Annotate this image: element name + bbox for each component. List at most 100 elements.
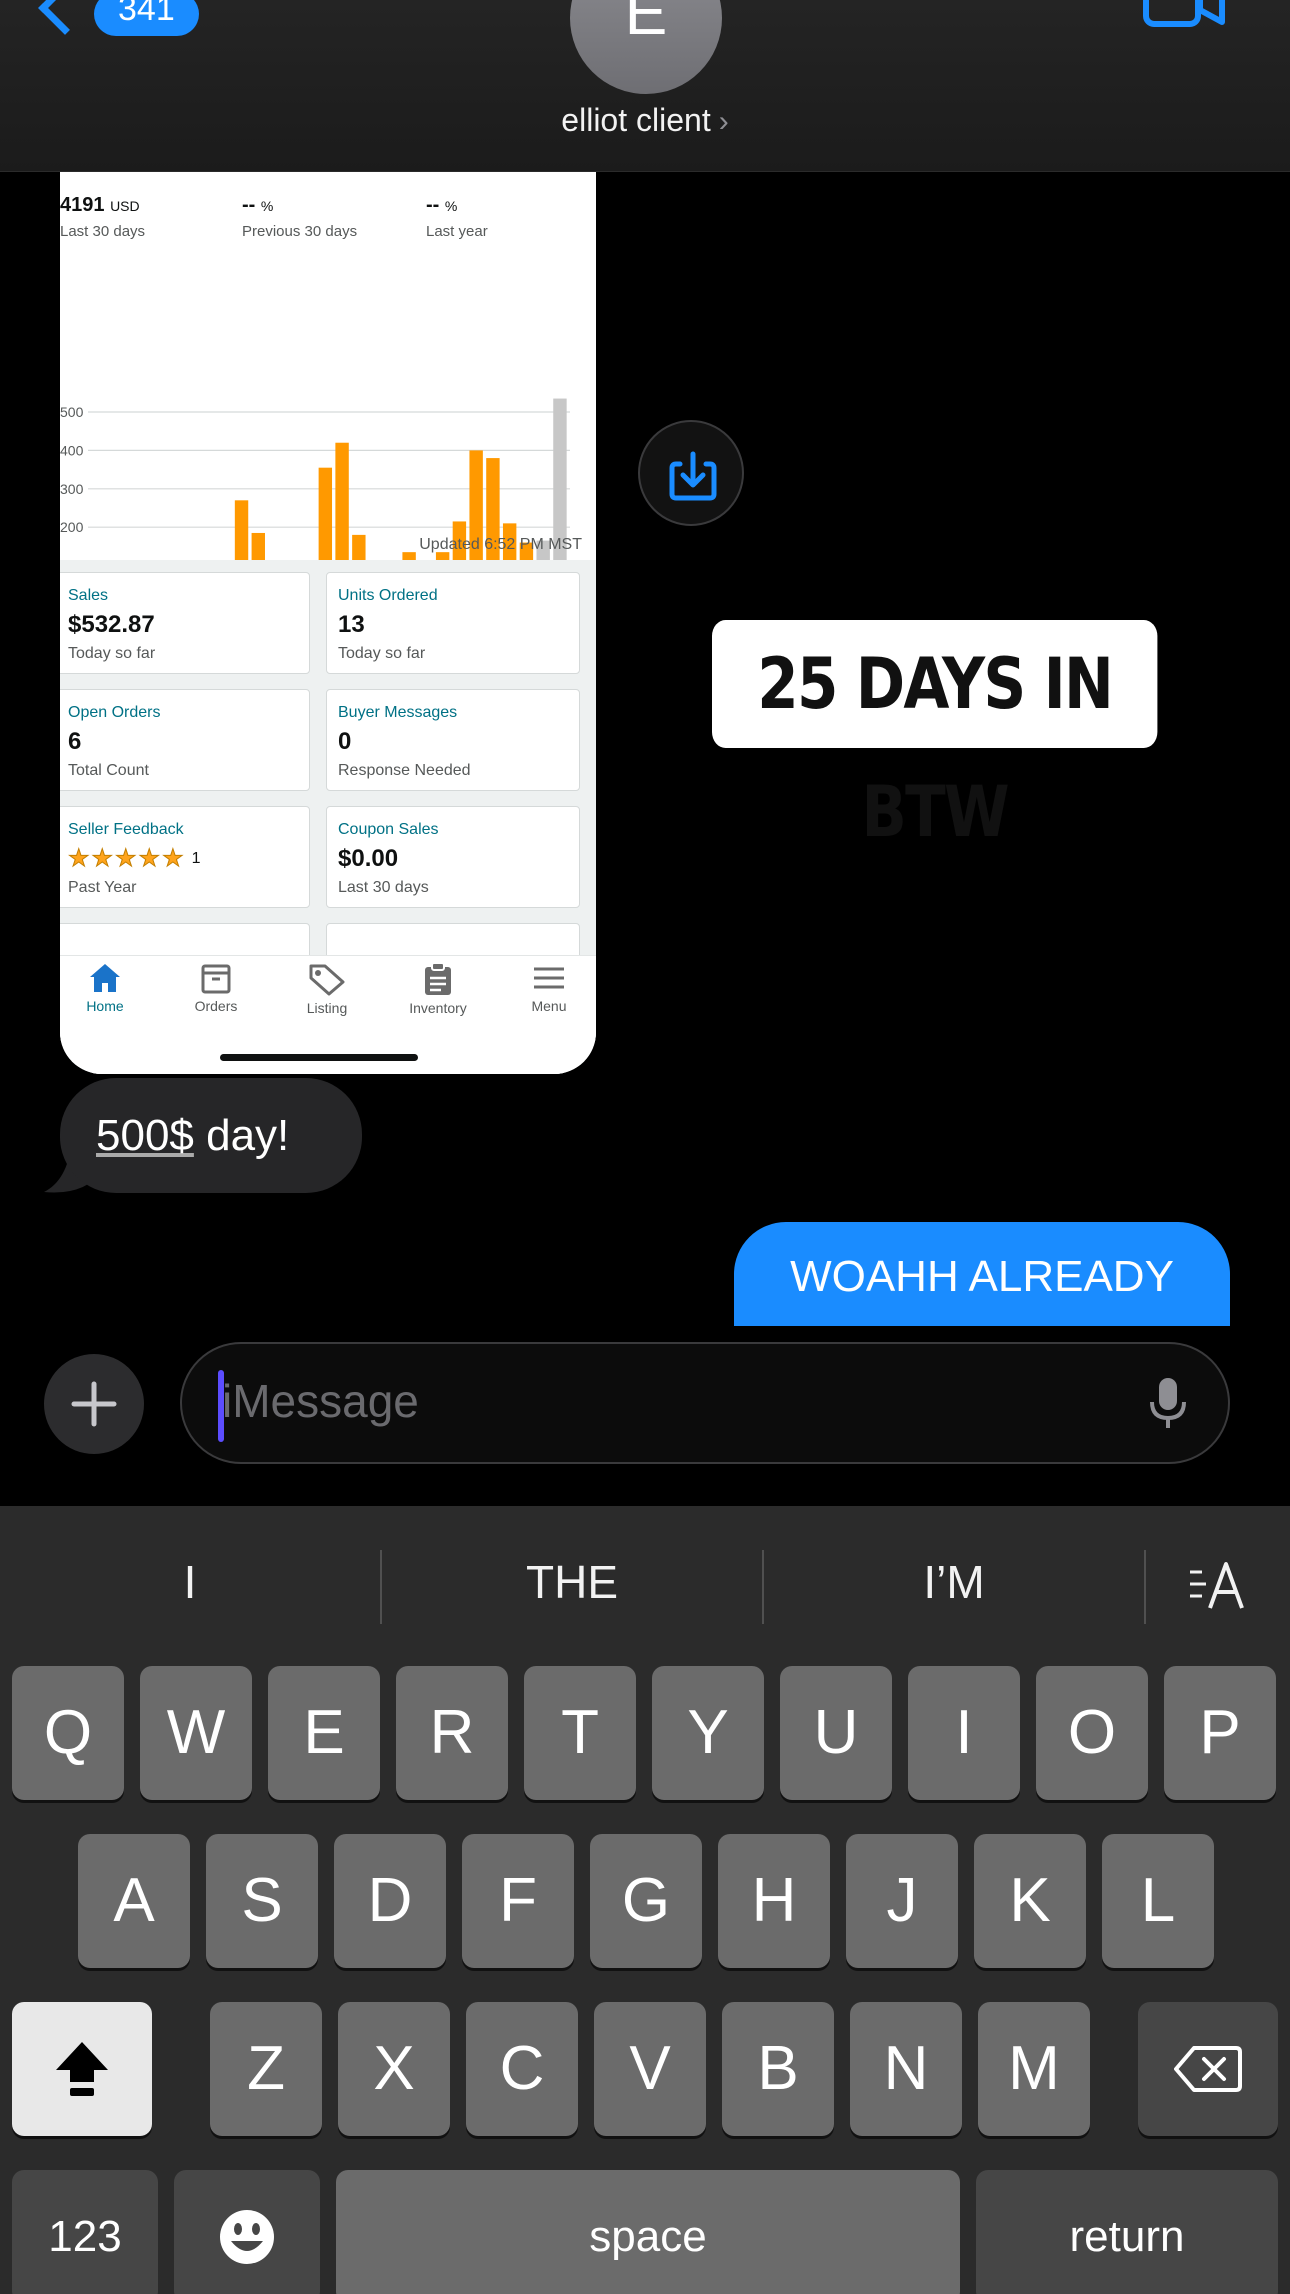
tab-home[interactable]: Home [60,962,150,1014]
space-key[interactable]: space [336,2170,960,2294]
key-r[interactable]: R [396,1666,508,1800]
key-p[interactable]: P [1164,1666,1276,1800]
key-d[interactable]: D [334,1834,446,1968]
key-l[interactable]: L [1102,1834,1214,1968]
tag-icon [309,964,345,996]
rating-count: 1 [191,850,201,867]
tab-menu[interactable]: Menu [504,962,594,1014]
star-icon: ★ [68,845,90,872]
tile-seller-feedback[interactable]: Seller Feedback ★ ★ ★ ★ ★ 1 Past Year [60,806,310,908]
emoji-icon [220,2209,274,2264]
tile-sub: Today so far [68,645,156,662]
key-k[interactable]: K [974,1834,1086,1968]
suggestion-2[interactable]: THE [382,1542,762,1622]
key-y[interactable]: Y [652,1666,764,1800]
key-g[interactable]: G [590,1834,702,1968]
key-m[interactable]: M [978,2002,1090,2136]
tile-coupon-sales[interactable]: Coupon Sales $0.00 Last 30 days [326,806,580,908]
updated-timestamp: Updated 6:52 PM MST [419,536,582,553]
tile-buyer-messages[interactable]: Buyer Messages 0 Response Needed [326,689,580,791]
key-q[interactable]: Q [12,1666,124,1800]
facetime-video-icon[interactable] [1142,0,1226,32]
contact-avatar[interactable]: E [570,0,722,94]
stat-period: Last year [426,223,488,240]
tile-sales[interactable]: Sales $532.87 Today so far [60,572,310,674]
star-icon: ★ [138,845,161,872]
tile-sub: Today so far [338,645,426,662]
key-j[interactable]: J [846,1834,958,1968]
shift-icon [56,2041,108,2096]
tile-sub: Last 30 days [338,879,429,896]
tab-orders[interactable]: Orders [171,962,261,1014]
y-tick-label: 400 [60,442,84,458]
incoming-message-bubble[interactable]: 500$ day! [60,1078,362,1193]
key-e[interactable]: E [268,1666,380,1800]
tile-label: Units Ordered [338,587,438,604]
key-o[interactable]: O [1036,1666,1148,1800]
chevron-right-icon: › [718,105,729,138]
shift-key[interactable] [12,2002,152,2136]
clipboard-icon [425,962,451,995]
sticker-label: 25 DAYS IN BTW [757,643,1114,853]
stat-unit: % [260,198,274,214]
key-u[interactable]: U [780,1666,892,1800]
numbers-key[interactable]: 123 [12,2170,158,2294]
text-format-icon[interactable] [1188,1560,1248,1612]
tile-label: Coupon Sales [338,821,439,838]
tab-inventory[interactable]: Inventory [393,962,483,1016]
key-x[interactable]: X [338,2002,450,2136]
tab-label: Home [86,998,124,1014]
tab-label: Listing [306,1000,348,1016]
save-image-button[interactable] [638,420,744,526]
suggestion-divider [1144,1550,1146,1624]
y-tick-label: 500 [60,404,84,420]
tab-listing[interactable]: Listing [282,962,372,1016]
tile-sub: Response Needed [338,762,471,779]
key-i[interactable]: I [908,1666,1020,1800]
key-w[interactable]: W [140,1666,252,1800]
delete-key[interactable] [1138,2002,1278,2136]
tile-open-orders[interactable]: Open Orders 6 Total Count [60,689,310,791]
key-t[interactable]: T [524,1666,636,1800]
unread-count-badge: 341 [94,0,199,36]
apps-plus-button[interactable] [44,1354,144,1454]
tile-label: Buyer Messages [338,704,458,721]
key-n[interactable]: N [850,2002,962,2136]
tile-units-ordered[interactable]: Units Ordered 13 Today so far [326,572,580,674]
tile-value: 6 [68,728,82,755]
microphone-icon[interactable] [1148,1376,1188,1432]
star-rating: ★ ★ ★ ★ ★ 1 [68,845,201,872]
detected-data-link[interactable]: 500$ [96,1111,194,1160]
back-button[interactable]: 341 [38,0,199,36]
key-z[interactable]: Z [210,2002,322,2136]
chevron-left-icon [38,0,92,35]
imessage-input[interactable]: iMessage [180,1342,1230,1464]
sticker-text[interactable]: 25 DAYS IN BTW [712,620,1158,853]
outgoing-message-bubble[interactable]: WOAHH ALREADY [734,1222,1230,1326]
input-placeholder: iMessage [222,1375,419,1427]
suggestion-3[interactable]: I’M [764,1542,1144,1622]
shared-screenshot-image[interactable]: 4191 USD Last 30 days -- % Previous 30 d… [60,172,596,1074]
key-b[interactable]: B [722,2002,834,2136]
tile-value: 0 [338,728,352,755]
conversation-header: 341 E elliot client › [0,0,1290,172]
tile-value: $532.87 [68,611,155,638]
key-s[interactable]: S [206,1834,318,1968]
emoji-key[interactable] [174,2170,320,2294]
star-icon: ★ [115,845,137,872]
key-a[interactable]: A [78,1834,190,1968]
tile-value: 13 [338,611,365,638]
key-v[interactable]: V [594,2002,706,2136]
box-icon [201,964,231,994]
message-text: day! [193,1111,290,1160]
key-f[interactable]: F [462,1834,574,1968]
suggestion-1[interactable]: I [0,1542,380,1622]
key-h[interactable]: H [718,1834,830,1968]
return-key[interactable]: return [976,2170,1278,2294]
tile-label: Open Orders [68,704,161,721]
stat-period: Previous 30 days [242,223,358,240]
download-icon [669,451,717,501]
key-c[interactable]: C [466,2002,578,2136]
contact-name-button[interactable]: elliot client › [0,102,1290,139]
tile-label: Seller Feedback [68,821,184,838]
